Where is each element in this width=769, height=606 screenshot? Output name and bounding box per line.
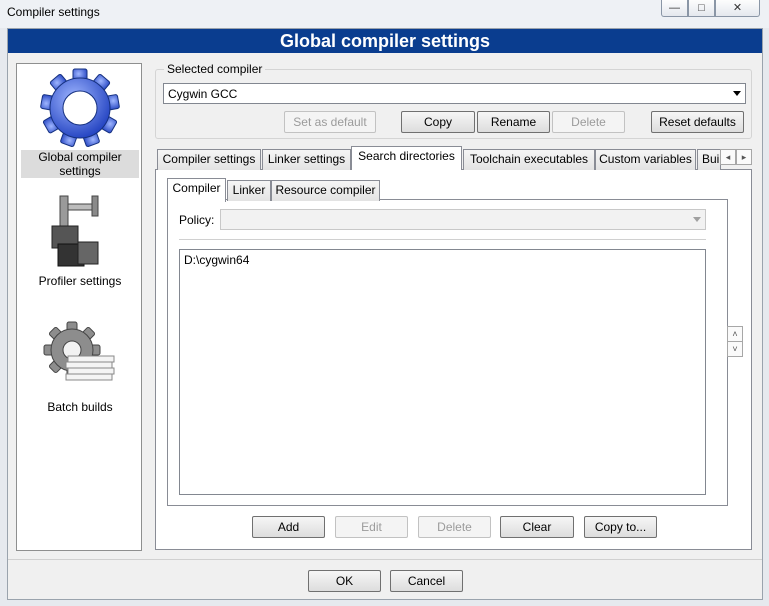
tab-linker-settings[interactable]: Linker settings bbox=[262, 149, 351, 170]
rename-button[interactable]: Rename bbox=[477, 111, 550, 133]
minimize-icon: — bbox=[669, 2, 680, 14]
set-as-default-button[interactable]: Set as default bbox=[284, 111, 376, 133]
category-list: Global compiler settings Profiler settin… bbox=[16, 63, 142, 551]
search-directories-list[interactable]: D:\cygwin64 bbox=[179, 249, 706, 495]
chevron-down-icon bbox=[733, 91, 741, 96]
selected-compiler-label: Selected compiler bbox=[164, 62, 266, 76]
edit-button[interactable]: Edit bbox=[335, 516, 408, 538]
maximize-button[interactable]: □ bbox=[688, 0, 715, 17]
batch-gear-icon bbox=[43, 321, 115, 381]
tab-build-options-truncated[interactable]: Bui bbox=[697, 149, 721, 170]
cancel-button[interactable]: Cancel bbox=[390, 570, 463, 592]
compiler-select-value: Cygwin GCC bbox=[168, 87, 238, 101]
subtab-resource-compiler[interactable]: Resource compiler bbox=[271, 180, 380, 201]
tab-scroll-left-icon[interactable]: ◂ bbox=[720, 149, 736, 165]
divider bbox=[179, 239, 706, 240]
list-item[interactable]: D:\cygwin64 bbox=[184, 253, 249, 267]
nav-label-batch-builds: Batch builds bbox=[47, 400, 113, 414]
add-button[interactable]: Add bbox=[252, 516, 325, 538]
nav-label-global-compiler: Global compiler settings bbox=[21, 150, 139, 178]
delete-compiler-button[interactable]: Delete bbox=[552, 111, 625, 133]
delete-dir-button[interactable]: Delete bbox=[418, 516, 491, 538]
move-up-icon[interactable]: ˄ bbox=[727, 326, 743, 342]
window-title: Compiler settings bbox=[7, 5, 100, 19]
compiler-select[interactable]: Cygwin GCC bbox=[163, 83, 746, 104]
dialog-client: Global compiler settings Global compiler… bbox=[7, 28, 763, 600]
maximize-icon: □ bbox=[698, 2, 705, 14]
caliper-icon bbox=[51, 195, 99, 267]
nav-item-global-compiler[interactable]: Global compiler settings bbox=[21, 66, 139, 178]
tab-search-directories[interactable]: Search directories bbox=[351, 146, 462, 170]
subtab-compiler[interactable]: Compiler bbox=[167, 178, 226, 202]
copy-to-button[interactable]: Copy to... bbox=[584, 516, 657, 538]
copy-button[interactable]: Copy bbox=[401, 111, 475, 133]
move-down-icon[interactable]: ˅ bbox=[727, 341, 743, 357]
title-bar bbox=[0, 0, 769, 28]
gear-icon bbox=[40, 68, 120, 147]
divider bbox=[8, 559, 762, 560]
minimize-button[interactable]: — bbox=[661, 0, 688, 17]
tab-toolchain-executables[interactable]: Toolchain executables bbox=[463, 149, 595, 170]
nav-item-batch-builds[interactable]: Batch builds bbox=[21, 316, 139, 414]
tab-compiler-settings[interactable]: Compiler settings bbox=[157, 149, 261, 170]
tab-custom-variables[interactable]: Custom variables bbox=[595, 149, 696, 170]
ok-button[interactable]: OK bbox=[308, 570, 381, 592]
nav-item-profiler[interactable]: Profiler settings bbox=[21, 190, 139, 288]
policy-select[interactable] bbox=[220, 209, 706, 230]
subtab-linker[interactable]: Linker bbox=[227, 180, 271, 201]
page-title: Global compiler settings bbox=[8, 29, 762, 53]
close-icon: ✕ bbox=[732, 2, 743, 14]
close-button[interactable]: ✕ bbox=[715, 0, 760, 17]
tab-scroll-right-icon[interactable]: ▸ bbox=[736, 149, 752, 165]
policy-label: Policy: bbox=[179, 213, 215, 227]
reset-defaults-button[interactable]: Reset defaults bbox=[651, 111, 744, 133]
nav-label-profiler: Profiler settings bbox=[38, 274, 122, 288]
clear-button[interactable]: Clear bbox=[500, 516, 574, 538]
chevron-down-icon bbox=[693, 217, 701, 222]
